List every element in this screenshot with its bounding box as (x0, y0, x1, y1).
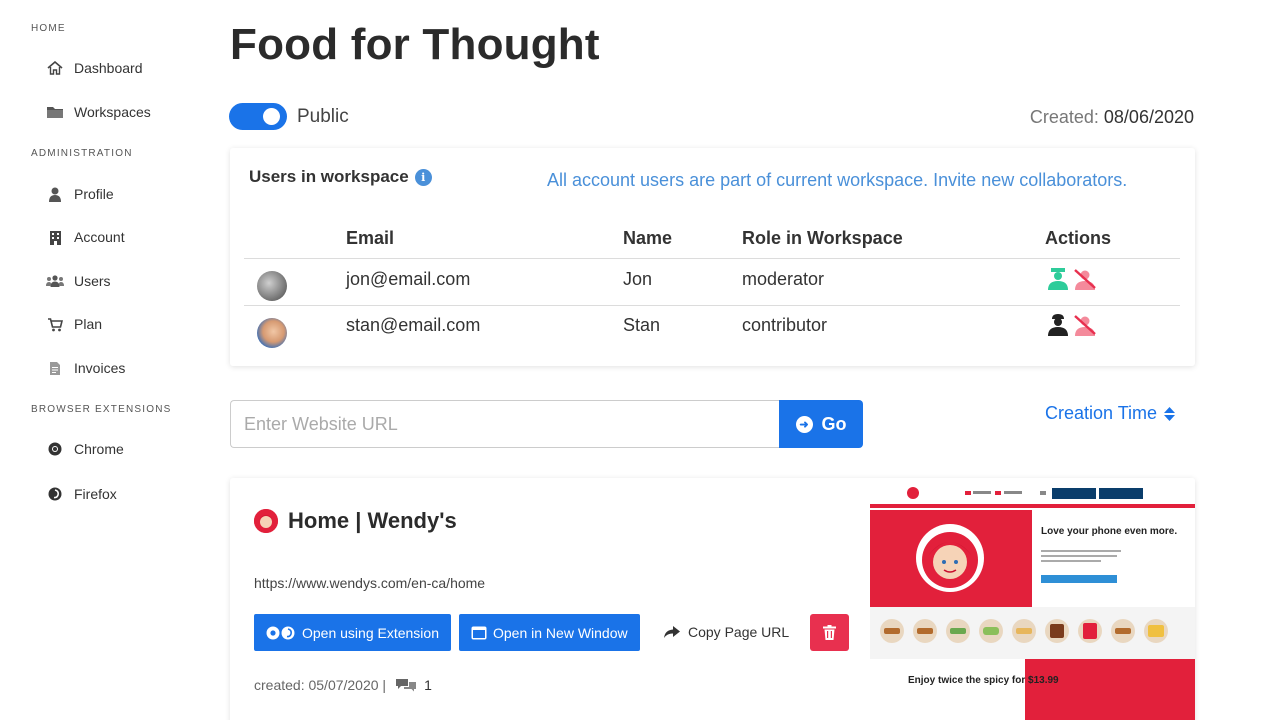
sidebar: HOME Dashboard Workspaces ADMINISTRATION… (0, 0, 200, 720)
sort-label: Creation Time (1045, 403, 1158, 423)
share-arrow-icon (664, 625, 680, 639)
sidebar-item-label: Profile (74, 186, 114, 202)
info-icon[interactable]: i (414, 168, 432, 186)
users-panel: Users in workspace i All account users a… (230, 148, 1195, 366)
page-title: Food for Thought (230, 20, 600, 69)
comments-icon[interactable] (396, 678, 417, 692)
table-header-divider (244, 258, 1180, 259)
sidebar-item-label: Firefox (74, 486, 117, 502)
comment-count: 1 (424, 677, 432, 693)
sidebar-item-chrome[interactable]: Chrome (46, 438, 124, 460)
sidebar-item-label: Plan (74, 316, 103, 332)
change-role-icon[interactable] (1046, 314, 1070, 336)
home-icon (46, 60, 64, 76)
remove-user-icon[interactable] (1073, 268, 1097, 290)
table-row-divider (244, 305, 1180, 306)
change-role-icon[interactable] (1046, 268, 1070, 290)
sidebar-section-browser-extensions: BROWSER EXTENSIONS (31, 404, 172, 415)
sidebar-item-label: Users (74, 273, 111, 289)
firefox-icon (46, 486, 64, 502)
toggle-knob (263, 108, 280, 125)
chrome-icon (46, 441, 64, 457)
user-email: jon@email.com (346, 269, 471, 289)
sidebar-item-account[interactable]: Account (46, 226, 125, 248)
sidebar-item-users[interactable]: Users (46, 270, 111, 292)
chrome-firefox-icon (266, 626, 296, 640)
user-role: contributor (742, 315, 828, 335)
go-button-label: Go (821, 413, 847, 434)
workspace-created: Created: 08/06/2020 (1030, 107, 1194, 128)
column-header-name: Name (623, 228, 673, 248)
public-toggle[interactable] (229, 103, 287, 130)
window-icon (471, 626, 487, 640)
sidebar-item-invoices[interactable]: Invoices (46, 357, 125, 379)
user-name: Stan (623, 315, 661, 335)
thumbnail-promo: Enjoy twice the spicy for $13.99 (908, 675, 1059, 686)
cart-icon (46, 316, 64, 332)
user-role: moderator (742, 269, 825, 289)
folder-icon (46, 104, 64, 120)
users-panel-title: Users in workspace i (249, 167, 432, 187)
user-icon (46, 186, 64, 202)
page-thumbnail[interactable]: Love your phone even more. Enjoy twice t… (870, 478, 1195, 720)
user-name: Jon (623, 269, 653, 289)
website-url-input[interactable] (230, 400, 780, 448)
sidebar-item-label: Account (74, 229, 125, 245)
users-icon (46, 273, 64, 289)
sidebar-section-home: HOME (31, 23, 66, 34)
thumbnail-headline: Love your phone even more. (1041, 526, 1177, 537)
public-toggle-label: Public (297, 106, 349, 127)
invite-collaborators-link[interactable]: All account users are part of current wo… (547, 170, 1127, 191)
sort-creation-time[interactable]: Creation Time (1045, 403, 1176, 424)
sidebar-section-administration: ADMINISTRATION (31, 148, 133, 159)
column-header-actions: Actions (1045, 228, 1112, 248)
sidebar-item-profile[interactable]: Profile (46, 183, 114, 205)
sidebar-item-label: Chrome (74, 441, 124, 457)
sidebar-item-label: Invoices (74, 360, 126, 376)
avatar (257, 271, 287, 301)
page-card: Home | Wendy's https://www.wendys.com/en… (230, 478, 1195, 720)
sidebar-item-plan[interactable]: Plan (46, 313, 102, 335)
open-using-extension-button[interactable]: Open using Extension (254, 614, 451, 651)
created-date: 08/06/2020 (1103, 107, 1194, 127)
copy-page-url-label: Copy Page URL (688, 624, 790, 640)
sidebar-item-firefox[interactable]: Firefox (46, 483, 117, 505)
building-icon (46, 229, 64, 245)
file-icon (46, 360, 64, 376)
copy-page-url-link[interactable]: Copy Page URL (664, 624, 789, 640)
sidebar-item-label: Dashboard (74, 60, 143, 76)
column-header-role: Role in Workspace (742, 228, 903, 248)
arrow-right-icon: ➜ (795, 415, 813, 433)
sidebar-item-dashboard[interactable]: Dashboard (46, 57, 143, 79)
delete-page-button[interactable] (810, 614, 849, 651)
page-url: https://www.wendys.com/en-ca/home (254, 575, 486, 591)
open-in-new-window-label: Open in New Window (493, 624, 628, 641)
avatar (257, 318, 287, 348)
sort-icon (1164, 406, 1176, 421)
remove-user-icon[interactable] (1073, 314, 1097, 336)
page-created-text: created: 05/07/2020 | (254, 677, 387, 693)
page-card-title[interactable]: Home | Wendy's (254, 508, 457, 534)
go-button[interactable]: ➜ Go (779, 400, 863, 448)
user-email: stan@email.com (346, 315, 481, 335)
open-using-extension-label: Open using Extension (302, 624, 439, 641)
sidebar-item-label: Workspaces (74, 104, 151, 120)
users-panel-title-text: Users in workspace (249, 167, 409, 186)
page-card-title-text: Home | Wendy's (288, 508, 457, 533)
page-meta: created: 05/07/2020 | 1 (254, 677, 432, 693)
created-label: Created: (1029, 107, 1099, 127)
column-header-email: Email (346, 228, 395, 248)
sidebar-item-workspaces[interactable]: Workspaces (46, 101, 151, 123)
open-in-new-window-button[interactable]: Open in New Window (459, 614, 640, 651)
wendys-logo-icon (254, 509, 278, 533)
trash-icon (823, 625, 836, 640)
